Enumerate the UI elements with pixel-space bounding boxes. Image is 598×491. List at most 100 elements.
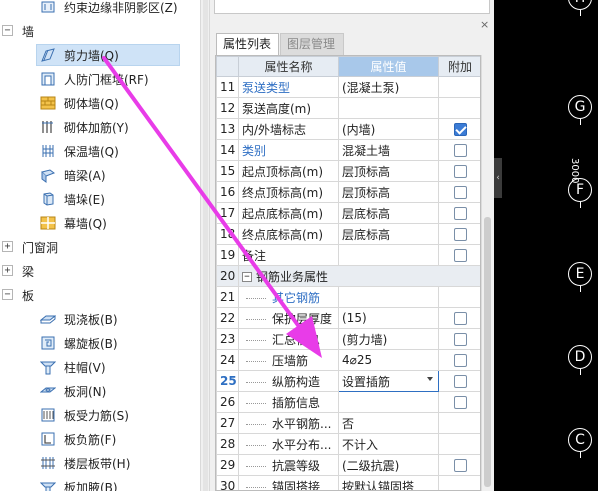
tree-item-masonry-reinforcement[interactable]: 砌体加筋(Y) xyxy=(0,115,200,139)
property-value[interactable]: (剪力墙) xyxy=(338,328,439,350)
property-value[interactable]: 不计入 xyxy=(338,433,439,455)
dropdown-arrow-icon[interactable] xyxy=(427,377,433,381)
property-value[interactable]: (内墙) xyxy=(338,118,439,140)
property-row[interactable]: 19 备注 xyxy=(216,244,480,266)
tree-item-slab-negative-rebar[interactable]: 板负筋(F) xyxy=(0,427,200,451)
checkbox[interactable] xyxy=(453,186,467,199)
tree-item-label: 保温墙(Q) xyxy=(64,144,119,159)
tree-item-curtain-wall[interactable]: 幕墙(Q) xyxy=(0,211,200,235)
property-value[interactable]: 层底标高 xyxy=(338,223,439,245)
checkbox[interactable] xyxy=(453,228,467,241)
property-row[interactable]: 22 保护层厚度 (15) xyxy=(216,307,480,329)
property-value[interactable]: 层底标高 xyxy=(338,202,439,224)
property-row[interactable]: 16 终点顶标高(m) 层顶标高 xyxy=(216,181,480,203)
property-row[interactable]: 28 水平分布... 不计入 xyxy=(216,433,480,455)
tree-item-hidden-beam[interactable]: 暗梁(A) xyxy=(0,163,200,187)
property-value[interactable]: 层顶标高 xyxy=(338,181,439,203)
property-name: 起点顶标高(m) xyxy=(238,160,339,182)
property-value[interactable]: 按默认锚固搭 xyxy=(338,475,439,490)
expand-icon[interactable]: + xyxy=(2,241,13,252)
property-value[interactable]: 层顶标高 xyxy=(338,160,439,182)
property-row[interactable]: 29 抗震等级 (二级抗震) xyxy=(216,454,480,476)
tree-item-wall-pier[interactable]: 墙垛(E) xyxy=(0,187,200,211)
checkbox[interactable] xyxy=(453,333,467,346)
property-name: 汇总信息 xyxy=(238,328,339,350)
property-name: 纵筋构造 xyxy=(238,370,339,392)
property-row[interactable]: 17 起点底标高(m) 层底标高 xyxy=(216,202,480,224)
property-row[interactable]: 20− 钢筋业务属性 xyxy=(216,265,480,287)
property-value-text: 设置插筋 xyxy=(342,374,391,389)
property-row[interactable]: 15 起点顶标高(m) 层顶标高 xyxy=(216,160,480,182)
close-icon[interactable]: × xyxy=(480,18,489,31)
property-row[interactable]: 30 锚固搭接 按默认锚固搭 xyxy=(216,475,480,490)
property-row[interactable]: 18 终点底标高(m) 层底标高 xyxy=(216,223,480,245)
tree-item-floor-slab-strip[interactable]: 楼层板带(H) xyxy=(0,451,200,475)
property-name-text: 抗震等级 xyxy=(272,458,321,473)
property-row[interactable]: 11 泵送类型 (混凝土泵) xyxy=(216,76,480,98)
panel-splitter[interactable] xyxy=(200,0,210,491)
checkbox-checked[interactable] xyxy=(453,123,467,136)
property-row[interactable]: 13 内/外墙标志 (内墙) xyxy=(216,118,480,140)
group-collapse-icon[interactable]: − xyxy=(242,272,252,282)
tree-item-cast-slab[interactable]: 现浇板(B) xyxy=(0,307,200,331)
tree-item-slab-main-rebar[interactable]: 板受力筋(S) xyxy=(0,403,200,427)
property-row[interactable]: 27 水平钢筋... 否 xyxy=(216,412,480,434)
floor-slab-strip-icon xyxy=(40,455,56,471)
tree-item-masonry-wall[interactable]: 砌体墙(Q) xyxy=(0,91,200,115)
tree-item-slab-haunch[interactable]: 板加腋(B) xyxy=(0,475,200,491)
checkbox[interactable] xyxy=(453,396,467,409)
checkbox[interactable] xyxy=(453,375,467,388)
extra-cell xyxy=(438,244,480,266)
property-value[interactable]: 4⌀25 xyxy=(338,349,439,371)
tab-layer-management[interactable]: 图层管理 xyxy=(280,33,344,55)
property-row[interactable]: 26 插筋信息 xyxy=(216,391,480,413)
scrollbar-thumb[interactable] xyxy=(484,217,491,487)
property-value[interactable]: 混凝土墙 xyxy=(338,139,439,161)
checkbox[interactable] xyxy=(453,144,467,157)
tree-item-insulation-wall[interactable]: 保温墙(Q) xyxy=(0,139,200,163)
property-row[interactable]: 23 汇总信息 (剪力墙) xyxy=(216,328,480,350)
expand-icon[interactable]: + xyxy=(2,265,13,276)
property-value[interactable]: 否 xyxy=(338,412,439,434)
row-number: 30 xyxy=(216,475,239,490)
tree-category-slab[interactable]: − 板 xyxy=(0,283,200,307)
property-value-dropdown[interactable]: 设置插筋 xyxy=(338,370,439,392)
vertical-scrollbar[interactable] xyxy=(481,55,492,491)
property-value[interactable] xyxy=(338,97,439,119)
tree-item-civil-defense-door-wall[interactable]: 人防门框墙(RF) xyxy=(0,67,200,91)
column-header-value: 属性值 xyxy=(338,56,439,77)
property-value[interactable]: (二级抗震) xyxy=(338,454,439,476)
checkbox[interactable] xyxy=(453,459,467,472)
tree-item-edge-non-shadow[interactable]: 约束边缘非阴影区(Z) xyxy=(0,0,200,19)
tree-item-label: 墙垛(E) xyxy=(64,192,105,207)
property-row[interactable]: 24 压墙筋 4⌀25 xyxy=(216,349,480,371)
tree-category-wall[interactable]: − 墙 xyxy=(0,19,200,43)
checkbox[interactable] xyxy=(453,354,467,367)
tree-category-door-window[interactable]: + 门窗洞 xyxy=(0,235,200,259)
property-row[interactable]: 25 纵筋构造 设置插筋 xyxy=(216,370,480,392)
property-value[interactable] xyxy=(338,391,439,413)
drawing-canvas[interactable]: ‹ HGFEDC 3000 xyxy=(494,0,598,491)
collapse-icon[interactable]: − xyxy=(2,289,13,300)
property-value[interactable] xyxy=(338,244,439,266)
checkbox[interactable] xyxy=(453,207,467,220)
tree-item-slab-hole[interactable]: 板洞(N) xyxy=(0,379,200,403)
checkbox[interactable] xyxy=(453,312,467,325)
property-value-text: 层顶标高 xyxy=(342,164,391,179)
property-value[interactable]: (15) xyxy=(338,307,439,329)
property-row[interactable]: 14 类别 混凝土墙 xyxy=(216,139,480,161)
tab-property-list[interactable]: 属性列表 xyxy=(216,33,279,55)
tree-category-beam[interactable]: + 梁 xyxy=(0,259,200,283)
property-value[interactable] xyxy=(338,286,439,308)
tree-item-shear-wall[interactable]: 剪力墙(Q) xyxy=(0,43,200,67)
property-name: 其它钢筋 xyxy=(238,286,339,308)
checkbox[interactable] xyxy=(453,165,467,178)
collapse-panel-icon[interactable]: ‹ xyxy=(494,158,502,198)
extra-cell xyxy=(438,391,480,413)
property-row[interactable]: 12 泵送高度(m) xyxy=(216,97,480,119)
property-value[interactable]: (混凝土泵) xyxy=(338,76,439,98)
tree-item-column-cap[interactable]: 柱帽(V) xyxy=(0,355,200,379)
tree-item-spiral-slab[interactable]: 螺旋板(B) xyxy=(0,331,200,355)
checkbox[interactable] xyxy=(453,249,467,262)
property-row[interactable]: 21 其它钢筋 xyxy=(216,286,480,308)
